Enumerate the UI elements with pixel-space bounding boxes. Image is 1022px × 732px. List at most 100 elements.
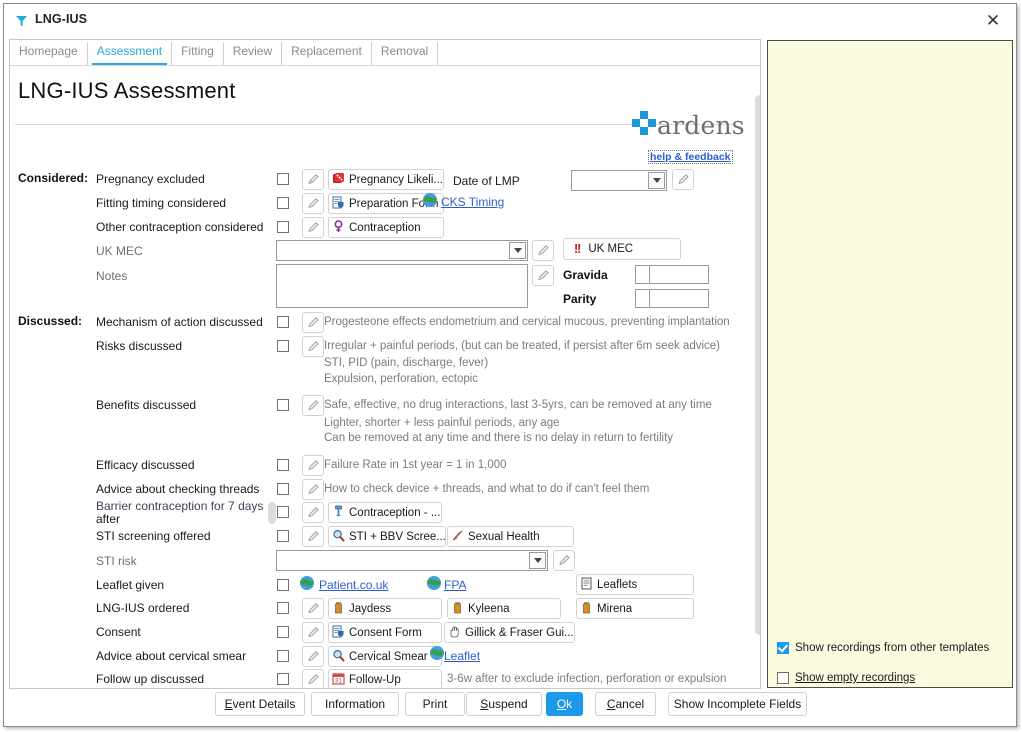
checkbox-other-contraception-considered[interactable] xyxy=(277,221,289,233)
print-button[interactable]: Print xyxy=(405,692,465,716)
checkbox-follow-up-discussed[interactable] xyxy=(277,673,289,685)
pencil-icon-barrier[interactable] xyxy=(302,502,324,523)
button-follow-up-label: Follow-Up xyxy=(349,673,401,686)
scrollbar-thumb[interactable] xyxy=(755,95,760,635)
checkbox-sti-screening-offered[interactable] xyxy=(277,530,289,542)
button-cervical-smear-label: Cervical Smear xyxy=(349,650,428,663)
checkbox-advice-cervical-smear[interactable] xyxy=(277,650,289,662)
pencil-icon-fitting-timing[interactable] xyxy=(302,193,324,214)
button-consent-form[interactable]: Consent Form xyxy=(328,622,442,643)
pencil-icon-notes[interactable] xyxy=(532,265,554,286)
checkbox-efficacy-discussed[interactable] xyxy=(277,459,289,471)
link-cks-timing[interactable]: CKS Timing xyxy=(441,195,504,209)
notes-textarea[interactable] xyxy=(276,264,528,308)
tab-review[interactable]: Review xyxy=(224,42,283,65)
calendar-icon: 31 xyxy=(332,672,345,688)
pencil-icon-risks[interactable] xyxy=(302,336,324,357)
checkbox-label-show-other-templates: Show recordings from other templates xyxy=(795,642,990,654)
button-gillick-fraser-guidance[interactable]: Gillick & Fraser Gui... xyxy=(444,622,575,643)
checkbox-mechanism-of-action[interactable] xyxy=(277,316,289,328)
label-lng-ius-ordered: LNG-IUS ordered xyxy=(96,601,190,615)
chevron-down-icon-sti-risk[interactable] xyxy=(529,552,546,569)
button-leaflets[interactable]: Leaflets xyxy=(576,574,694,595)
pencil-icon-threads[interactable] xyxy=(302,479,324,500)
information-button[interactable]: Information xyxy=(311,692,399,716)
help-and-feedback-link[interactable]: help & feedback xyxy=(648,150,733,164)
button-sti-bbv-screening[interactable]: STI + BBV Scree... xyxy=(328,526,446,547)
cancel-button[interactable]: Cancel xyxy=(595,692,656,716)
button-gillick-fraser-guidance-label: Gillick & Fraser Gui... xyxy=(465,626,574,639)
checkbox-barrier-contraception[interactable] xyxy=(277,506,289,518)
tab-fitting[interactable]: Fitting xyxy=(172,42,224,65)
label-mechanism-of-action: Mechanism of action discussed xyxy=(96,315,263,329)
globe-icon-cks xyxy=(422,192,438,211)
pencil-icon-uk-mec[interactable] xyxy=(532,240,554,261)
link-fpa[interactable]: FPA xyxy=(444,578,466,592)
link-cervical-leaflet[interactable]: Leaflet xyxy=(444,649,480,663)
button-pregnancy-likelihood[interactable]: Pregnancy Likeli... xyxy=(328,169,444,190)
button-uk-mec-alert[interactable]: !! UK MEC xyxy=(563,238,681,260)
pencil-icon-sti-screening[interactable] xyxy=(302,526,324,547)
parity-input[interactable] xyxy=(635,289,709,308)
tab-removal[interactable]: Removal xyxy=(372,42,439,65)
title-bar: LNG-IUS ✕ xyxy=(4,4,1016,36)
uk-mec-dropdown[interactable] xyxy=(276,240,528,261)
ok-button[interactable]: Ok xyxy=(546,692,583,716)
pencil-icon-pregnancy-excluded[interactable] xyxy=(302,169,324,190)
chevron-down-icon-uk-mec[interactable] xyxy=(509,242,526,259)
button-sti-bbv-screening-label: STI + BBV Scree... xyxy=(349,530,446,543)
text-benefits-line-1: Safe, effective, no drug interactions, l… xyxy=(324,399,712,411)
magnifier-icon xyxy=(332,529,345,545)
checkbox-advice-checking-threads[interactable] xyxy=(277,483,289,495)
button-follow-up[interactable]: 31 Follow-Up xyxy=(328,669,442,688)
accel-e: E xyxy=(224,697,233,711)
button-sexual-health[interactable]: Sexual Health xyxy=(447,526,574,547)
checkbox-pregnancy-excluded[interactable] xyxy=(277,173,289,185)
pencil-icon-lmp[interactable] xyxy=(672,169,694,190)
close-icon[interactable]: ✕ xyxy=(978,8,1008,32)
button-consent-form-label: Consent Form xyxy=(349,626,422,639)
pencil-icon-other-contraception[interactable] xyxy=(302,217,324,238)
tab-assessment[interactable]: Assessment xyxy=(88,42,173,65)
button-contraception[interactable]: Contraception xyxy=(328,217,444,238)
pencil-icon-lng-ius-ordered[interactable] xyxy=(302,598,324,619)
pencil-icon-efficacy[interactable] xyxy=(302,455,324,476)
button-kyleena[interactable]: Kyleena xyxy=(447,598,561,619)
pencil-icon-sti-risk[interactable] xyxy=(553,550,575,571)
checkbox-benefits-discussed[interactable] xyxy=(277,399,289,411)
checkbox-box-show-empty-recordings[interactable] xyxy=(777,672,789,684)
event-details-button[interactable]: Event Details xyxy=(215,692,305,716)
checkbox-box-show-other-templates[interactable] xyxy=(777,642,789,654)
text-risks-line-1: Irregular + painful periods, (but can be… xyxy=(324,340,720,352)
button-mirena[interactable]: Mirena xyxy=(576,598,694,619)
form-vertical-scrollbar[interactable] xyxy=(755,95,760,688)
gravida-input[interactable] xyxy=(635,265,709,284)
chevron-down-icon-lmp[interactable] xyxy=(648,172,665,189)
suspend-button[interactable]: Suspend xyxy=(466,692,542,716)
show-incomplete-fields-button[interactable]: Show Incomplete Fields xyxy=(668,692,807,716)
checkbox-leaflet-given[interactable] xyxy=(277,579,289,591)
checkbox-lng-ius-ordered[interactable] xyxy=(277,602,289,614)
pencil-icon-mechanism[interactable] xyxy=(302,312,324,333)
medicine-bottle-icon xyxy=(451,601,464,617)
button-jaydess[interactable]: Jaydess xyxy=(328,598,442,619)
tab-replacement[interactable]: Replacement xyxy=(282,42,372,65)
checkbox-show-empty-recordings[interactable]: Show empty recordings xyxy=(777,672,915,684)
tab-homepage[interactable]: Homepage xyxy=(10,42,88,65)
pencil-icon-consent[interactable] xyxy=(302,622,324,643)
date-of-lmp-dropdown[interactable] xyxy=(571,170,667,191)
button-barrier-contraception[interactable]: Contraception - ... xyxy=(328,502,442,523)
label-scrollbar-thumb[interactable] xyxy=(268,502,276,524)
checkbox-risks-discussed[interactable] xyxy=(277,340,289,352)
label-sti-risk: STI risk xyxy=(96,554,137,568)
checkbox-fitting-timing-considered[interactable] xyxy=(277,197,289,209)
button-kyleena-label: Kyleena xyxy=(468,602,510,615)
link-patient-co-uk[interactable]: Patient.co.uk xyxy=(319,578,388,592)
pencil-icon-cervical-smear[interactable] xyxy=(302,646,324,667)
pencil-icon-follow-up[interactable] xyxy=(302,669,324,688)
checkbox-consent[interactable] xyxy=(277,626,289,638)
checkbox-show-other-templates[interactable]: Show recordings from other templates xyxy=(777,642,989,654)
pencil-icon-benefits[interactable] xyxy=(302,395,324,416)
button-cervical-smear[interactable]: Cervical Smear xyxy=(328,646,442,667)
sti-risk-dropdown[interactable] xyxy=(276,550,548,571)
